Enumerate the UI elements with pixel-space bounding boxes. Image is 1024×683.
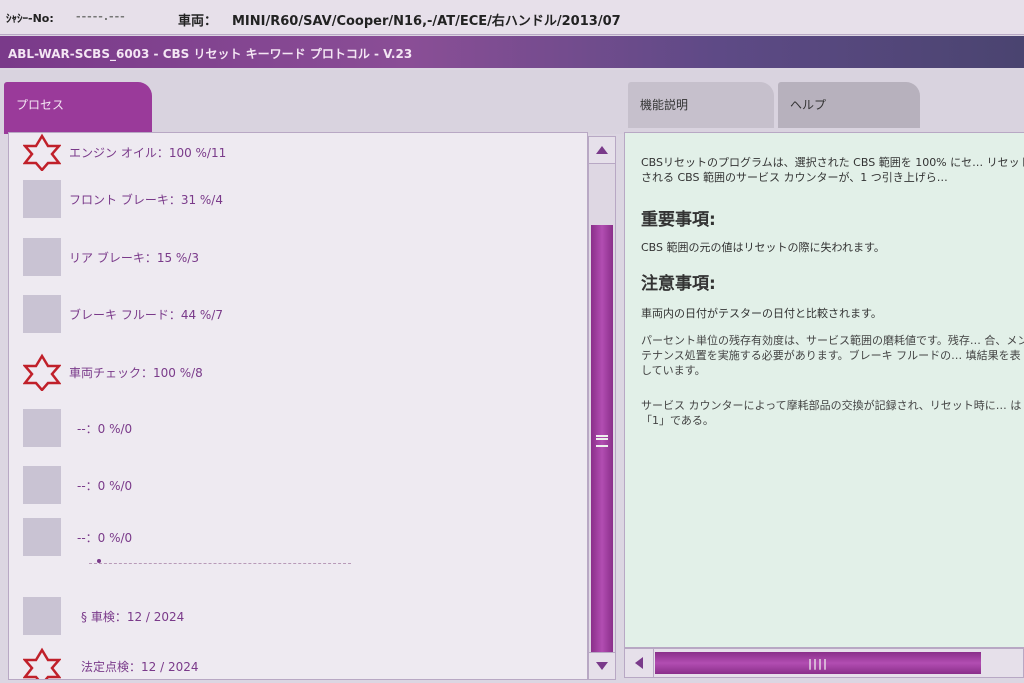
cbs-item-legal-inspection[interactable]: 法定点検：12 / 2024 [9, 647, 569, 679]
cbs-item-label: 法定点検：12 / 2024 [81, 660, 199, 674]
star-icon [23, 353, 61, 391]
help-panel: CBSリセットのプログラムは、選択された CBS 範囲を 100% にセ… リセ… [624, 132, 1024, 648]
tab-process-label: プロセス [16, 98, 65, 112]
status-box [23, 466, 61, 504]
tab-help-label: ヘルプ [790, 98, 827, 112]
cbs-item-rear-brake[interactable]: リア ブレーキ：15 %/3 [9, 238, 569, 278]
arrow-down-icon [596, 662, 608, 670]
important-text: CBS 範囲の元の値はリセットの際に失われます。 [641, 241, 885, 254]
cbs-item-label: フロント ブレーキ：31 %/4 [69, 193, 223, 207]
cbs-item-vehicle-check[interactable]: 車両チェック：100 %/8 [9, 353, 569, 393]
tab-process[interactable]: プロセス [4, 82, 152, 134]
caution-text: 車両内の日付がテスターの日付と比較されます。 [641, 307, 882, 320]
percent-text: パーセント単位の残存有効度は、サービス範囲の磨耗値です。残存… 合、メンテナンス… [641, 334, 1024, 377]
cbs-item-list: エンジン オイル：100 %/11 フロント ブレーキ：31 %/4 リア ブレ… [8, 132, 588, 680]
arrow-left-icon [635, 657, 643, 669]
scroll-down-button[interactable] [589, 652, 615, 679]
grip-icon [596, 435, 608, 447]
status-box [23, 409, 61, 447]
cbs-item-engine-oil[interactable]: エンジン オイル：100 %/11 [9, 133, 569, 173]
vehicle-info-bar: ｼｬｼｰ-No: -----.--- 車両： MINI/R60/SAV/Coop… [0, 0, 1024, 35]
scroll-left-button[interactable] [625, 649, 654, 677]
cbs-item-label: § 車検：12 / 2024 [81, 610, 185, 624]
caution-heading: 注意事項: [641, 274, 716, 294]
cbs-item-empty-1[interactable]: --：0 %/0 [9, 409, 569, 449]
star-icon [23, 647, 61, 679]
cbs-item-label: --：0 %/0 [77, 531, 133, 545]
status-box [23, 295, 61, 333]
cbs-item-label: ブレーキ フルード：44 %/7 [69, 308, 223, 322]
cbs-item-label: --：0 %/0 [77, 479, 133, 493]
tab-function-label: 機能説明 [640, 98, 689, 112]
cbs-item-brake-fluid[interactable]: ブレーキ フルード：44 %/7 [9, 295, 569, 335]
vertical-scrollbar[interactable] [588, 136, 616, 680]
cbs-item-label: エンジン オイル：100 %/11 [69, 146, 227, 160]
horizontal-scrollbar[interactable]: |||| [624, 648, 1024, 678]
cbs-item-empty-2[interactable]: --：0 %/0 [9, 466, 569, 506]
status-box [23, 180, 61, 218]
vin-value: -----.--- [76, 10, 126, 23]
status-box [23, 518, 61, 556]
counter-text: サービス カウンターによって摩耗部品の交換が記録され、リセット時に… は「1」で… [641, 399, 1022, 427]
vin-label: ｼｬｼｰ-No: [6, 12, 54, 25]
arrow-up-icon [596, 146, 608, 154]
tab-strip: プロセス 機能説明 ヘルプ [0, 70, 1024, 134]
vehicle-label: 車両： [178, 14, 218, 29]
scroll-up-button[interactable] [589, 137, 615, 164]
cbs-item-empty-3[interactable]: --：0 %/0 [9, 518, 569, 558]
vehicle-value: MINI/R60/SAV/Cooper/N16,-/AT/ECE/右ハンドル/2… [232, 14, 621, 29]
cbs-item-label: 車両チェック：100 %/8 [69, 366, 203, 380]
star-icon [23, 133, 61, 171]
important-heading: 重要事項: [641, 210, 716, 230]
scroll-thumb[interactable] [591, 225, 613, 657]
page-title: ABL-WAR-SCBS_6003 - CBS リセット キーワード プロトコル… [8, 47, 413, 61]
horizontal-scroll-thumb[interactable]: |||| [655, 652, 981, 674]
grip-icon: |||| [807, 656, 829, 670]
status-box [23, 238, 61, 276]
cbs-item-front-brake[interactable]: フロント ブレーキ：31 %/4 [9, 180, 569, 220]
help-intro: CBSリセットのプログラムは、選択された CBS 範囲を 100% にセ… リセ… [641, 156, 1024, 184]
tab-help[interactable]: ヘルプ [778, 82, 920, 128]
cbs-item-inspection[interactable]: § 車検：12 / 2024 [9, 597, 569, 637]
status-box [23, 597, 61, 635]
separator-line [89, 563, 351, 564]
cbs-item-label: リア ブレーキ：15 %/3 [69, 251, 199, 265]
cbs-item-label: --：0 %/0 [77, 422, 133, 436]
tab-function-description[interactable]: 機能説明 [628, 82, 774, 128]
title-bar: ABL-WAR-SCBS_6003 - CBS リセット キーワード プロトコル… [0, 36, 1024, 68]
